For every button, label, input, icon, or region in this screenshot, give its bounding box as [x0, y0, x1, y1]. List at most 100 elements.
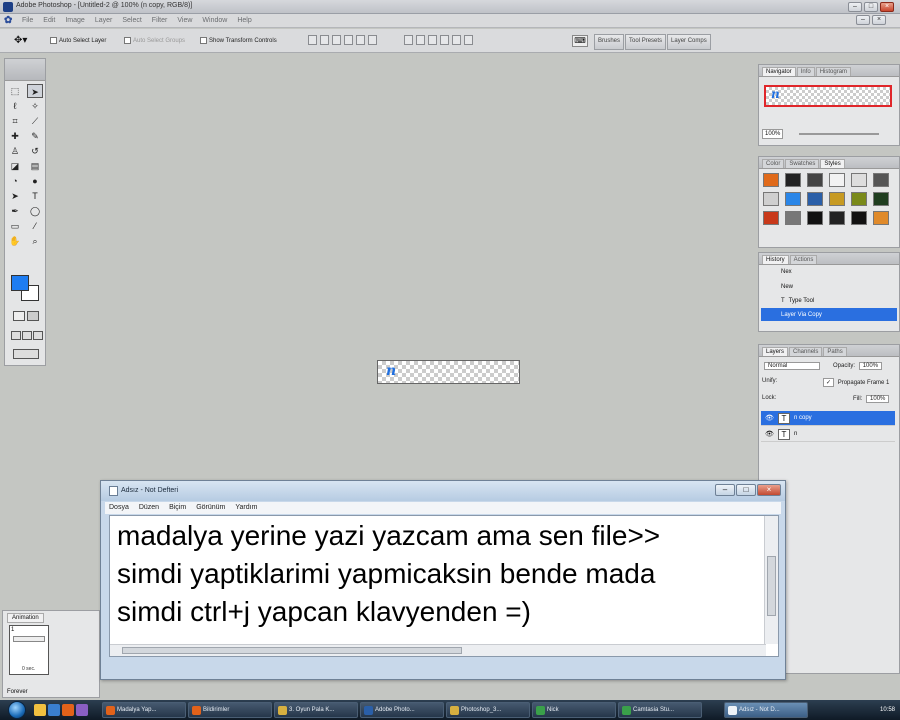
- animation-frame[interactable]: 1 0 sec.: [9, 625, 49, 675]
- eraser-tool-icon[interactable]: ◪: [7, 159, 23, 173]
- taskbar-item[interactable]: Nick: [532, 702, 616, 718]
- screen-mode-standard-icon[interactable]: [11, 331, 21, 340]
- distribute-bottom-icon[interactable]: [428, 35, 437, 45]
- notes-tool-icon[interactable]: ▭: [7, 219, 23, 233]
- tab-channels[interactable]: Channels: [789, 347, 823, 356]
- gradient-tool-icon[interactable]: ▤: [27, 159, 43, 173]
- vertical-scrollbar[interactable]: [764, 516, 778, 644]
- tab-navigator[interactable]: Navigator: [762, 67, 796, 76]
- style-swatch[interactable]: [851, 192, 867, 206]
- style-swatch[interactable]: [785, 192, 801, 206]
- blur-tool-icon[interactable]: ◔: [7, 174, 23, 188]
- taskbar-item[interactable]: Bildirimler: [188, 702, 272, 718]
- taskbar-item[interactable]: Adobe Photo...: [360, 702, 444, 718]
- history-item-selected[interactable]: Layer Via Copy: [761, 308, 897, 321]
- eye-icon[interactable]: 👁: [765, 430, 774, 438]
- menu-layer[interactable]: Layer: [95, 17, 113, 24]
- menu-window[interactable]: Window: [202, 17, 227, 24]
- tab-paths[interactable]: Paths: [823, 347, 847, 356]
- marquee-tool-icon[interactable]: ⬚: [7, 84, 23, 98]
- quicklaunch-desktop-icon[interactable]: [48, 704, 60, 716]
- brush-tool-icon[interactable]: ✎: [27, 129, 43, 143]
- align-left-icon[interactable]: [344, 35, 353, 45]
- quicklaunch-explorer-icon[interactable]: [34, 704, 46, 716]
- layer-row[interactable]: 👁 T n copy: [761, 411, 895, 426]
- notepad-minimize-button[interactable]: –: [715, 484, 735, 496]
- style-swatch[interactable]: [829, 211, 845, 225]
- lasso-tool-icon[interactable]: ℓ: [7, 99, 23, 113]
- distribute-vcenter-icon[interactable]: [416, 35, 425, 45]
- style-swatch[interactable]: [873, 211, 889, 225]
- menu-edit[interactable]: Edit: [43, 17, 55, 24]
- menu-help[interactable]: Help: [237, 17, 251, 24]
- tab-history[interactable]: History: [762, 255, 789, 264]
- eye-icon[interactable]: 👁: [765, 414, 774, 422]
- move-tool-icon[interactable]: ➤: [27, 84, 43, 98]
- distribute-top-icon[interactable]: [404, 35, 413, 45]
- shape-tool-icon[interactable]: ◯: [27, 204, 43, 218]
- close-button[interactable]: ×: [880, 2, 894, 12]
- notepad-maximize-button[interactable]: □: [736, 484, 756, 496]
- taskbar-item-active[interactable]: Adsız - Not D...: [724, 702, 808, 718]
- notepad-menu-edit[interactable]: Düzen: [139, 502, 159, 514]
- menu-file[interactable]: File: [22, 17, 33, 24]
- style-swatch[interactable]: [873, 192, 889, 206]
- menu-select[interactable]: Select: [122, 17, 141, 24]
- navigator-zoom-field[interactable]: 100%: [762, 129, 784, 139]
- blend-mode-select[interactable]: Normal: [762, 362, 820, 370]
- jump-to-imageready-icon[interactable]: [13, 349, 39, 359]
- navigator-thumbnail[interactable]: n: [764, 85, 892, 107]
- show-transform-checkbox[interactable]: [200, 37, 207, 44]
- history-item[interactable]: New: [761, 280, 897, 293]
- horizontal-scrollbar[interactable]: [110, 644, 766, 656]
- healing-brush-icon[interactable]: ✚: [7, 129, 23, 143]
- show-transform-option[interactable]: Show Transform Controls: [200, 37, 277, 44]
- dodge-tool-icon[interactable]: ●: [27, 174, 43, 188]
- tab-color[interactable]: Color: [762, 159, 785, 168]
- style-swatch[interactable]: [763, 192, 779, 206]
- palette-tab-layer-comps[interactable]: Layer Comps: [667, 34, 711, 50]
- horizontal-scroll-thumb[interactable]: [122, 647, 462, 654]
- align-top-icon[interactable]: [308, 35, 317, 45]
- notepad-text-area[interactable]: madalya yerine yazi yazcam ama sen file>…: [109, 515, 779, 657]
- quick-mask-icon[interactable]: [27, 311, 39, 321]
- style-swatch[interactable]: [873, 173, 889, 187]
- palette-tab-tool-presets[interactable]: Tool Presets: [625, 34, 667, 50]
- frame-delay[interactable]: 0 sec.: [22, 666, 35, 672]
- path-select-icon[interactable]: ➤: [7, 189, 23, 203]
- tab-layers[interactable]: Layers: [762, 347, 789, 356]
- style-swatch[interactable]: [851, 211, 867, 225]
- notepad-menu-file[interactable]: Dosya: [109, 502, 129, 514]
- fill-control[interactable]: Fill: 100%: [853, 395, 890, 403]
- maximize-button[interactable]: □: [864, 2, 878, 12]
- move-tool-icon[interactable]: ✥▾: [14, 35, 27, 46]
- loop-select[interactable]: Forever: [7, 689, 28, 695]
- tab-info[interactable]: Info: [796, 67, 815, 76]
- propagate-frame-option[interactable]: ✓ Propagate Frame 1: [823, 378, 889, 387]
- history-snapshot[interactable]: Nex: [761, 265, 897, 278]
- vertical-scroll-thumb[interactable]: [767, 556, 776, 616]
- auto-select-layer-checkbox[interactable]: [50, 37, 57, 44]
- taskbar-item[interactable]: 3. Oyun Pala K...: [274, 702, 358, 718]
- doc-close-button[interactable]: ×: [872, 15, 886, 25]
- distribute-right-icon[interactable]: [464, 35, 473, 45]
- slice-tool-icon[interactable]: ⟋: [27, 114, 43, 128]
- quicklaunch-browser-icon[interactable]: [62, 704, 74, 716]
- taskbar-item[interactable]: Madalya Yap...: [102, 702, 186, 718]
- history-brush-icon[interactable]: ↺: [27, 144, 43, 158]
- style-swatch[interactable]: [807, 211, 823, 225]
- palette-well-toggle-icon[interactable]: ⌨: [572, 35, 588, 47]
- taskbar-item[interactable]: Photoshop_3...: [446, 702, 530, 718]
- screen-mode-full-icon[interactable]: [33, 331, 43, 340]
- align-right-icon[interactable]: [368, 35, 377, 45]
- style-swatch[interactable]: [807, 192, 823, 206]
- taskbar-item[interactable]: Camtasia Stu...: [618, 702, 702, 718]
- magic-wand-icon[interactable]: ✧: [27, 99, 43, 113]
- tab-animation[interactable]: Animation: [7, 613, 44, 623]
- align-vcenter-icon[interactable]: [320, 35, 329, 45]
- distribute-left-icon[interactable]: [440, 35, 449, 45]
- style-swatch[interactable]: [829, 173, 845, 187]
- auto-select-layer-option[interactable]: Auto Select Layer: [50, 37, 106, 44]
- foreground-color-swatch[interactable]: [11, 275, 29, 291]
- quicklaunch-media-icon[interactable]: [76, 704, 88, 716]
